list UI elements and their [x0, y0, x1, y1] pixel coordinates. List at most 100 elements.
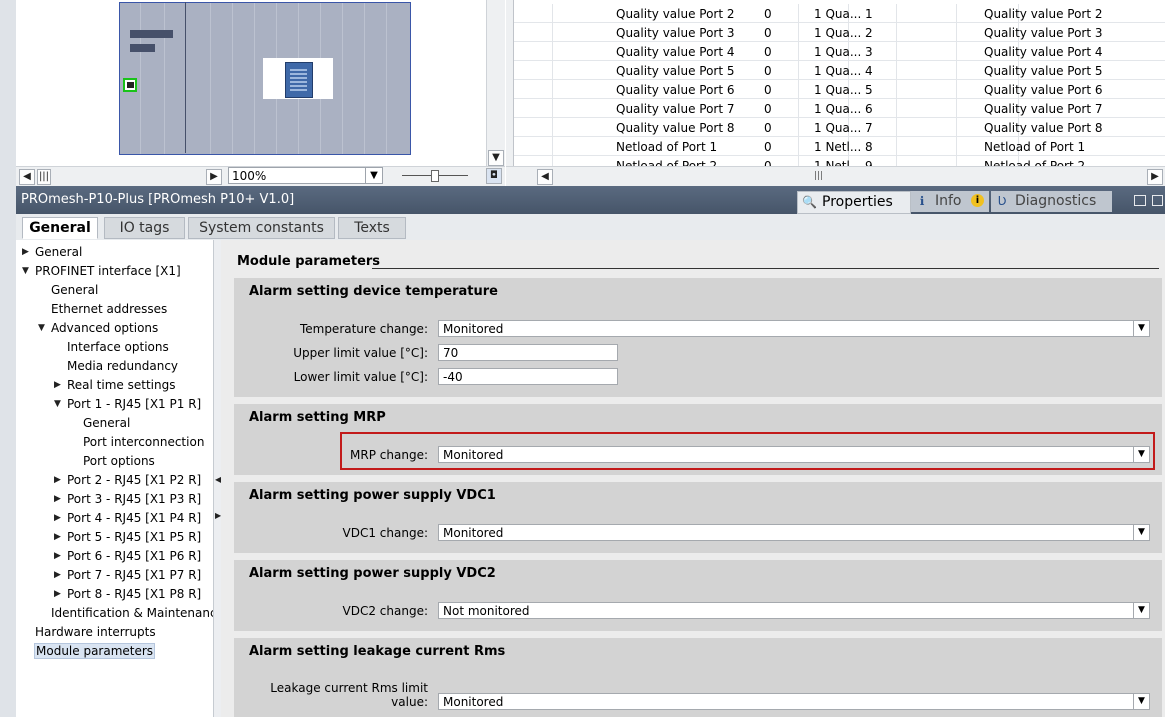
overview-navigation-icon[interactable]: ◘ — [486, 168, 502, 184]
table-row[interactable]: Quality value Port 4 0 1 Qua... 3 Quality va… — [514, 42, 1165, 61]
column-separator — [552, 99, 553, 118]
section-title: Alarm setting device temperature — [249, 284, 498, 299]
diagnostics-icon: Ʋ — [997, 194, 1007, 208]
table-row[interactable]: Quality value Port 6 0 1 Qua... 5 Quality va… — [514, 80, 1165, 99]
zoom-value: 100% — [232, 169, 267, 183]
table-row[interactable]: Netload of Port 1 0 1 Netl... 8 Netload of P… — [514, 137, 1165, 156]
column-separator — [552, 80, 553, 99]
tree-item-media-redundancy[interactable]: Media redundancy — [67, 357, 178, 375]
expand-icon[interactable]: ▶ — [54, 471, 64, 489]
subtab-general[interactable]: General — [22, 217, 98, 239]
leakage-limit-select[interactable]: Monitored ▼ — [438, 693, 1150, 710]
expand-icon[interactable]: ▶ — [54, 490, 64, 508]
chevron-down-icon[interactable]: ▼ — [365, 168, 382, 183]
device-view-vertical-scrollbar[interactable]: ▼ — [486, 0, 505, 168]
tree-item-port-options[interactable]: Port options — [83, 452, 155, 470]
subtab-io-tags[interactable]: IO tags — [104, 217, 185, 239]
temperature-change-label: Temperature change: — [299, 322, 428, 336]
expand-icon[interactable]: ▶ — [54, 585, 64, 603]
column-separator — [552, 137, 553, 156]
table-cell-idx: 3 — [865, 45, 873, 59]
expand-icon[interactable]: ▶ — [22, 243, 32, 261]
chevron-down-icon[interactable]: ▼ — [1133, 321, 1149, 336]
table-cell-comment: Quality value Port 8 — [984, 121, 1103, 135]
chevron-down-icon[interactable]: ▼ — [1133, 603, 1149, 618]
table-cell-name: Netload of Port 1 — [616, 140, 718, 154]
table-cell-idx: 5 — [865, 83, 873, 97]
rack-slot-bar — [130, 44, 155, 52]
tree-item-hardware-interrupts[interactable]: Hardware interrupts — [35, 623, 156, 641]
port-connector-icon[interactable] — [123, 78, 137, 92]
upper-limit-label: Upper limit value [°C]: — [293, 346, 428, 360]
scroll-left-icon[interactable]: ◀ — [537, 169, 553, 185]
io-table: Quality value Port 201 Qua... 1 Quality va… — [506, 0, 1165, 175]
tree-item-port-1-general[interactable]: General — [83, 414, 130, 432]
table-row[interactable]: Quality value Port 3 0 1 Qua... 2 Quality va… — [514, 23, 1165, 42]
tab-properties[interactable]: 🔍 Properties — [797, 191, 911, 214]
column-separator — [552, 23, 553, 42]
table-vertical-scrollbar[interactable] — [506, 0, 514, 168]
table-cell-idx: 7 — [865, 121, 873, 135]
section-vdc2: Alarm setting power supply VDC2 VDC2 cha… — [234, 560, 1162, 631]
table-row[interactable]: Quality value Port 5 0 1 Qua... 4 Quality va… — [514, 61, 1165, 80]
table-cell-comment: Quality value Port 4 — [984, 45, 1103, 59]
leakage-limit-label-line2: value: — [391, 695, 428, 709]
table-horizontal-scrollbar[interactable]: ◀ ▶ ||| — [506, 166, 1165, 187]
scroll-left-icon[interactable]: ◀ — [19, 169, 35, 185]
table-cell-name: Quality value Port 3 — [616, 26, 735, 40]
lower-limit-input[interactable]: -40 — [438, 368, 618, 385]
collapse-icon[interactable]: ▼ — [38, 319, 48, 337]
expand-icon[interactable]: ▶ — [54, 376, 64, 394]
table-cell-comment: Quality value Port 7 — [984, 102, 1103, 116]
column-separator — [956, 80, 957, 99]
zoom-slider-thumb[interactable] — [431, 170, 439, 182]
chevron-down-icon[interactable]: ▼ — [1133, 694, 1149, 709]
tree-item-port-interconnection[interactable]: Port interconnection — [83, 433, 204, 451]
tree-item-ethernet-addresses[interactable]: Ethernet addresses — [51, 300, 167, 318]
expand-icon[interactable]: ▶ — [54, 566, 64, 584]
scroll-right-icon[interactable]: ▶ — [206, 169, 222, 185]
subtab-texts[interactable]: Texts — [338, 217, 406, 239]
tree-item-module-parameters[interactable]: Module parameters — [34, 642, 156, 660]
vdc1-change-label: VDC1 change: — [342, 526, 428, 540]
tree-item-identification-maintenance[interactable]: Identification & Maintenance — [51, 604, 224, 622]
section-device-temperature: Alarm setting device temperature Tempera… — [234, 278, 1162, 397]
collapse-icon[interactable]: ▼ — [54, 395, 64, 413]
table-row[interactable]: Quality value Port 8 0 1 Qua... 7 Quality va… — [514, 118, 1165, 137]
zoom-select[interactable]: 100% ▼ — [228, 167, 383, 184]
table-cell-v1: 0 — [764, 102, 772, 116]
chevron-down-icon[interactable]: ▼ — [1133, 525, 1149, 540]
expand-icon[interactable]: ▶ — [54, 547, 64, 565]
section-title: Alarm setting MRP — [249, 410, 386, 425]
table-row[interactable]: Quality value Port 7 0 1 Qua... 6 Quality va… — [514, 99, 1165, 118]
table-cell-comment: Quality value Port 2 — [984, 7, 1103, 21]
tree-item-interface-general[interactable]: General — [51, 281, 98, 299]
page-title: Module parameters — [237, 254, 381, 269]
temperature-change-select[interactable]: Monitored ▼ — [438, 320, 1150, 337]
column-separator — [552, 61, 553, 80]
minimize-window-icon[interactable] — [1152, 195, 1163, 206]
scroll-right-icon[interactable]: ▶ — [1147, 169, 1163, 185]
table-cell-v1: 0 — [764, 83, 772, 97]
tree-item-interface-options[interactable]: Interface options — [67, 338, 169, 356]
restore-window-icon[interactable] — [1134, 195, 1146, 206]
table-cell-comment: Quality value Port 5 — [984, 64, 1103, 78]
tab-info[interactable]: ℹ Info i — [911, 191, 989, 212]
table-row[interactable]: Quality value Port 2 0 1 Qua... 1 Quality va… — [514, 4, 1165, 23]
table-cell-type: 1 Qua... — [814, 102, 862, 116]
tab-diagnostics[interactable]: Ʋ Diagnostics — [991, 191, 1112, 212]
table-cell-type: 1 Netl... — [814, 140, 862, 154]
device-image[interactable] — [263, 58, 333, 99]
subtab-system-constants[interactable]: System constants — [188, 217, 335, 239]
scroll-thumb[interactable]: ||| — [37, 169, 51, 185]
table-cell-comment: Quality value Port 6 — [984, 83, 1103, 97]
scroll-thumb[interactable]: ||| — [814, 171, 823, 181]
vdc1-change-select[interactable]: Monitored ▼ — [438, 524, 1150, 541]
expand-icon[interactable]: ▶ — [54, 528, 64, 546]
vdc2-change-select[interactable]: Not monitored ▼ — [438, 602, 1150, 619]
table-cell-idx: 4 — [865, 64, 873, 78]
upper-limit-input[interactable]: 70 — [438, 344, 618, 361]
scroll-down-icon[interactable]: ▼ — [488, 150, 504, 166]
expand-icon[interactable]: ▶ — [54, 509, 64, 527]
collapse-icon[interactable]: ▼ — [22, 262, 32, 280]
